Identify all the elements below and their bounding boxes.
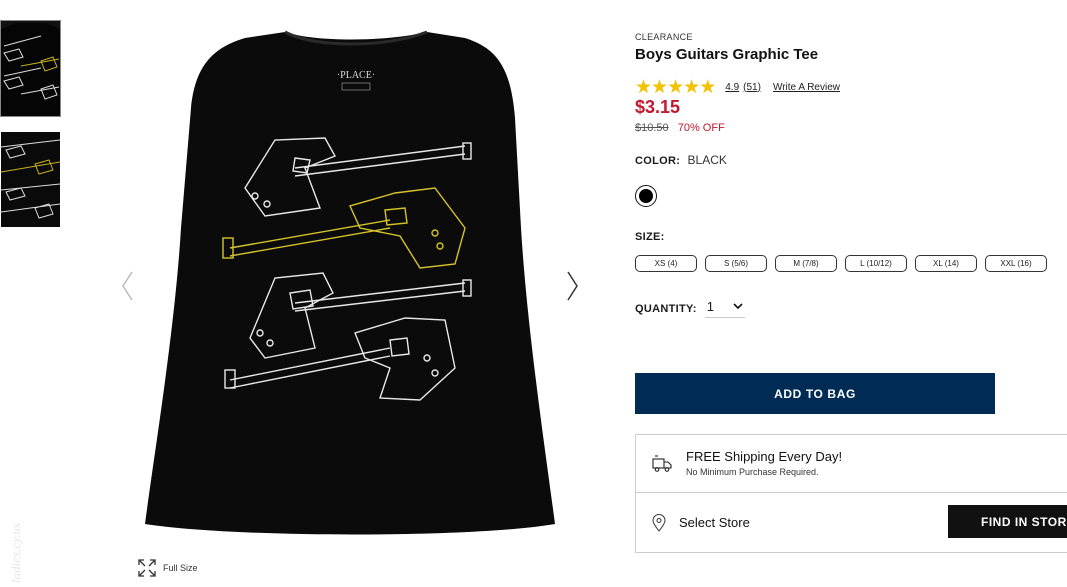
full-size-label: Full Size: [163, 563, 198, 573]
color-value: BLACK: [687, 153, 727, 167]
chevron-down-icon: [733, 303, 743, 310]
size-option-xl[interactable]: XL (14): [915, 255, 977, 272]
tee-detail-thumbnail-image: [1, 132, 60, 227]
quantity-select[interactable]: 1: [704, 299, 745, 318]
thumbnail-front[interactable]: [0, 20, 61, 117]
star-icon: ★: [651, 76, 668, 98]
clearance-badge: CLEARANCE: [635, 32, 693, 42]
discount-label: 70% OFF: [677, 122, 725, 134]
product-title: Boys Guitars Graphic Tee: [635, 46, 819, 63]
color-row: COLOR: BLACK: [635, 153, 1067, 167]
swatch-fill: [639, 189, 653, 203]
price-details: $10.50 70% OFF: [635, 122, 1067, 134]
thumbnail-detail[interactable]: [0, 131, 61, 228]
quantity-label: QUANTITY:: [635, 302, 697, 315]
shipping-title: FREE Shipping Every Day!: [686, 449, 843, 464]
shipping-subtitle: No Minimum Purchase Required.: [686, 467, 819, 477]
size-option-l[interactable]: L (10/12): [845, 255, 907, 272]
quantity-row: QUANTITY: 1: [635, 299, 1067, 318]
color-swatch-black[interactable]: [635, 185, 657, 207]
next-image-button[interactable]: [566, 270, 580, 307]
rating-value[interactable]: 4.9: [725, 82, 739, 93]
thumbnail-list: [0, 20, 61, 242]
sale-price: $3.15: [635, 97, 681, 117]
free-shipping-row: FREE Shipping Every Day! No Minimum Purc…: [636, 435, 1067, 493]
svg-text:ladies.cy.us: ladies.cy.us: [8, 523, 23, 583]
add-to-bag-button[interactable]: ADD TO BAG: [635, 373, 995, 414]
star-rating: ★★★★★: [635, 76, 716, 98]
select-store-row: Select Store FIND IN STORE: [636, 493, 1067, 552]
chevron-left-icon: [122, 271, 133, 301]
previous-image-button[interactable]: [120, 270, 134, 307]
size-label: SIZE:: [635, 231, 665, 243]
review-count[interactable]: (51): [743, 82, 761, 93]
star-icon: ★: [667, 76, 684, 98]
star-icon: ★: [683, 76, 700, 98]
size-options: XS (4) S (5/6) M (7/8) L (10/12) XL (14)…: [635, 255, 1067, 272]
shipping-text: FREE Shipping Every Day! No Minimum Purc…: [686, 449, 842, 477]
location-pin-icon: [652, 513, 666, 532]
size-option-xs[interactable]: XS (4): [635, 255, 697, 272]
boys-guitars-tee-image: ·PLACE·: [145, 30, 555, 535]
color-label: COLOR:: [635, 155, 681, 167]
shipping-box: FREE Shipping Every Day! No Minimum Purc…: [635, 434, 1067, 553]
write-review-link[interactable]: Write A Review: [773, 82, 840, 93]
main-product-image[interactable]: ·PLACE·: [145, 28, 563, 540]
star-icon: ★: [635, 76, 652, 98]
find-in-store-button[interactable]: FIND IN STORE: [948, 505, 1067, 538]
truck-icon: [652, 454, 672, 472]
full-size-button[interactable]: Full Size: [137, 558, 198, 578]
tee-thumbnail-image: [1, 21, 60, 116]
expand-icon: [138, 559, 156, 577]
logo-text: ·PLACE·: [337, 70, 375, 81]
size-option-xxl[interactable]: XXL (16): [985, 255, 1047, 272]
rating-row: ★★★★★ 4.9 (51) Write A Review: [635, 77, 1067, 97]
original-price: $10.50: [635, 122, 669, 134]
star-icon: ★: [699, 76, 716, 98]
watermark: ladies.cy.us: [8, 523, 23, 583]
product-info: CLEARANCE Boys Guitars Graphic Tee ★★★★★…: [635, 30, 1067, 553]
select-store-link[interactable]: Select Store: [679, 515, 750, 530]
size-option-s[interactable]: S (5/6): [705, 255, 767, 272]
chevron-right-icon: [567, 271, 578, 301]
size-option-m[interactable]: M (7/8): [775, 255, 837, 272]
quantity-value: 1: [706, 299, 715, 314]
